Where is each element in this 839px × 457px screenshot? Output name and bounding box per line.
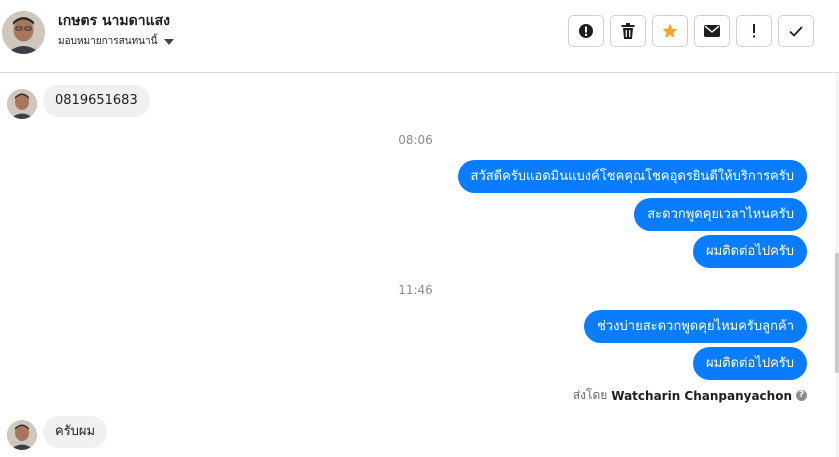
mark-done-button[interactable] — [778, 15, 814, 47]
sent-by-name[interactable]: Watcharin Chanpanyachon — [611, 389, 792, 403]
incoming-message[interactable]: ครับผม — [43, 416, 108, 448]
checkmark-icon — [789, 25, 803, 37]
thread-scrollbar[interactable] — [835, 73, 839, 457]
message-timestamp: 08:06 — [398, 133, 433, 147]
delete-button[interactable] — [610, 15, 646, 47]
assign-label: มอบหมายการสนทนานี้ — [58, 36, 158, 47]
scrollbar-thumb[interactable] — [835, 253, 839, 373]
sent-by-label: ส่งโดย Watcharin Chanpanyachon ? — [573, 386, 807, 405]
contact-name[interactable]: เกษตร นามดาแสง — [58, 10, 170, 32]
alert-circle-icon — [579, 24, 593, 38]
outgoing-message[interactable]: สะดวกพูดคุยเวลาไหนครับ — [634, 198, 807, 231]
help-icon[interactable]: ? — [796, 390, 807, 401]
star-button[interactable] — [652, 15, 688, 47]
assign-conversation-dropdown[interactable]: มอบหมายการสนทนานี้ — [58, 34, 175, 49]
message-timestamp: 11:46 — [398, 283, 433, 297]
messenger-conversation: เกษตร นามดาแสง มอบหมายการสนทนานี้ 081965… — [0, 0, 839, 457]
contact-avatar[interactable] — [2, 11, 45, 54]
chevron-down-icon — [164, 38, 175, 45]
trash-icon — [621, 23, 635, 39]
outgoing-message[interactable]: ผมติดต่อไปครับ — [692, 235, 807, 268]
exclamation-icon — [753, 24, 755, 38]
follow-up-button[interactable] — [736, 15, 772, 47]
sender-avatar — [7, 89, 37, 119]
incoming-message[interactable]: 0819651683 — [43, 85, 150, 117]
sent-by-prefix: ส่งโดย — [572, 388, 608, 402]
message-thread: 0819651683 08:06 สวัสดีครับแอดมินแบงค์โช… — [0, 73, 839, 457]
mark-unread-button[interactable] — [694, 15, 730, 47]
outgoing-message[interactable]: สวัสดีครับแอดมินแบงค์โชคคุณโชคอุดรยินดีใ… — [457, 160, 807, 193]
conversation-header: เกษตร นามดาแสง มอบหมายการสนทนานี้ — [0, 0, 839, 73]
outgoing-message[interactable]: ผมติดต่อไปครับ — [692, 347, 807, 380]
conversation-actions — [568, 15, 814, 47]
star-icon — [662, 23, 678, 38]
sender-avatar — [7, 420, 37, 450]
outgoing-message[interactable]: ช่วงบ่ายสะดวกพูดคุยไหมครับลูกค้า — [584, 310, 807, 343]
envelope-icon — [704, 25, 720, 37]
mark-spam-button[interactable] — [568, 15, 604, 47]
